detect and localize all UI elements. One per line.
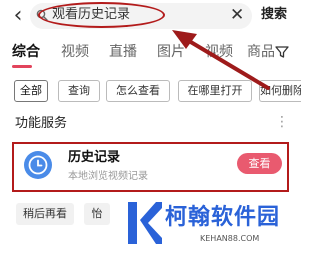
tab-bar: 综合 视频 直播 图片 视频 商品 — [0, 40, 300, 68]
clock-icon — [24, 151, 52, 179]
search-button[interactable]: 搜索 — [261, 6, 287, 24]
tab-all[interactable]: 综合 — [12, 42, 40, 62]
chip-all[interactable]: 全部 — [14, 80, 48, 102]
tab-video[interactable]: 视频 — [61, 42, 89, 62]
filter-chips: 全部 查询 怎么查看 在哪里打开 如何删除 — [0, 80, 301, 102]
chip-watch-later[interactable]: 稍后再看 — [16, 203, 74, 225]
more-icon[interactable]: ⋮ — [275, 113, 289, 131]
search-input[interactable]: 观看历史记录 — [52, 6, 130, 24]
watermark-domain: KEHAN88.COM — [200, 234, 260, 243]
card-subtitle: 本地浏览视频记录 — [68, 171, 148, 182]
back-button[interactable]: ‹ — [8, 4, 28, 28]
clear-icon[interactable]: ✕ — [230, 4, 244, 26]
tab-goods[interactable]: 商品 — [247, 42, 275, 62]
tab-live[interactable]: 直播 — [109, 42, 137, 62]
chip-how-to-delete[interactable]: 如何删除 — [259, 80, 301, 102]
back-arrow-icon: ‹ — [13, 3, 23, 28]
watermark-logo — [128, 202, 162, 244]
chip-partial[interactable]: 怡 — [84, 203, 110, 225]
chip-query[interactable]: 查询 — [58, 80, 100, 102]
watermark-name: 柯翰软件园 — [165, 205, 281, 230]
search-icon — [36, 9, 48, 21]
tab-video-2[interactable]: 视频 — [205, 42, 233, 62]
tab-active-indicator — [12, 65, 32, 68]
section-title: 功能服务 — [15, 116, 68, 131]
chip-how-to-view[interactable]: 怎么查看 — [106, 80, 170, 102]
filter-icon[interactable] — [274, 44, 290, 60]
tab-image[interactable]: 图片 — [157, 42, 185, 62]
chip-where-to-open[interactable]: 在哪里打开 — [178, 80, 252, 102]
card-title: 历史记录 — [68, 150, 121, 165]
view-button[interactable]: 查看 — [237, 153, 282, 174]
